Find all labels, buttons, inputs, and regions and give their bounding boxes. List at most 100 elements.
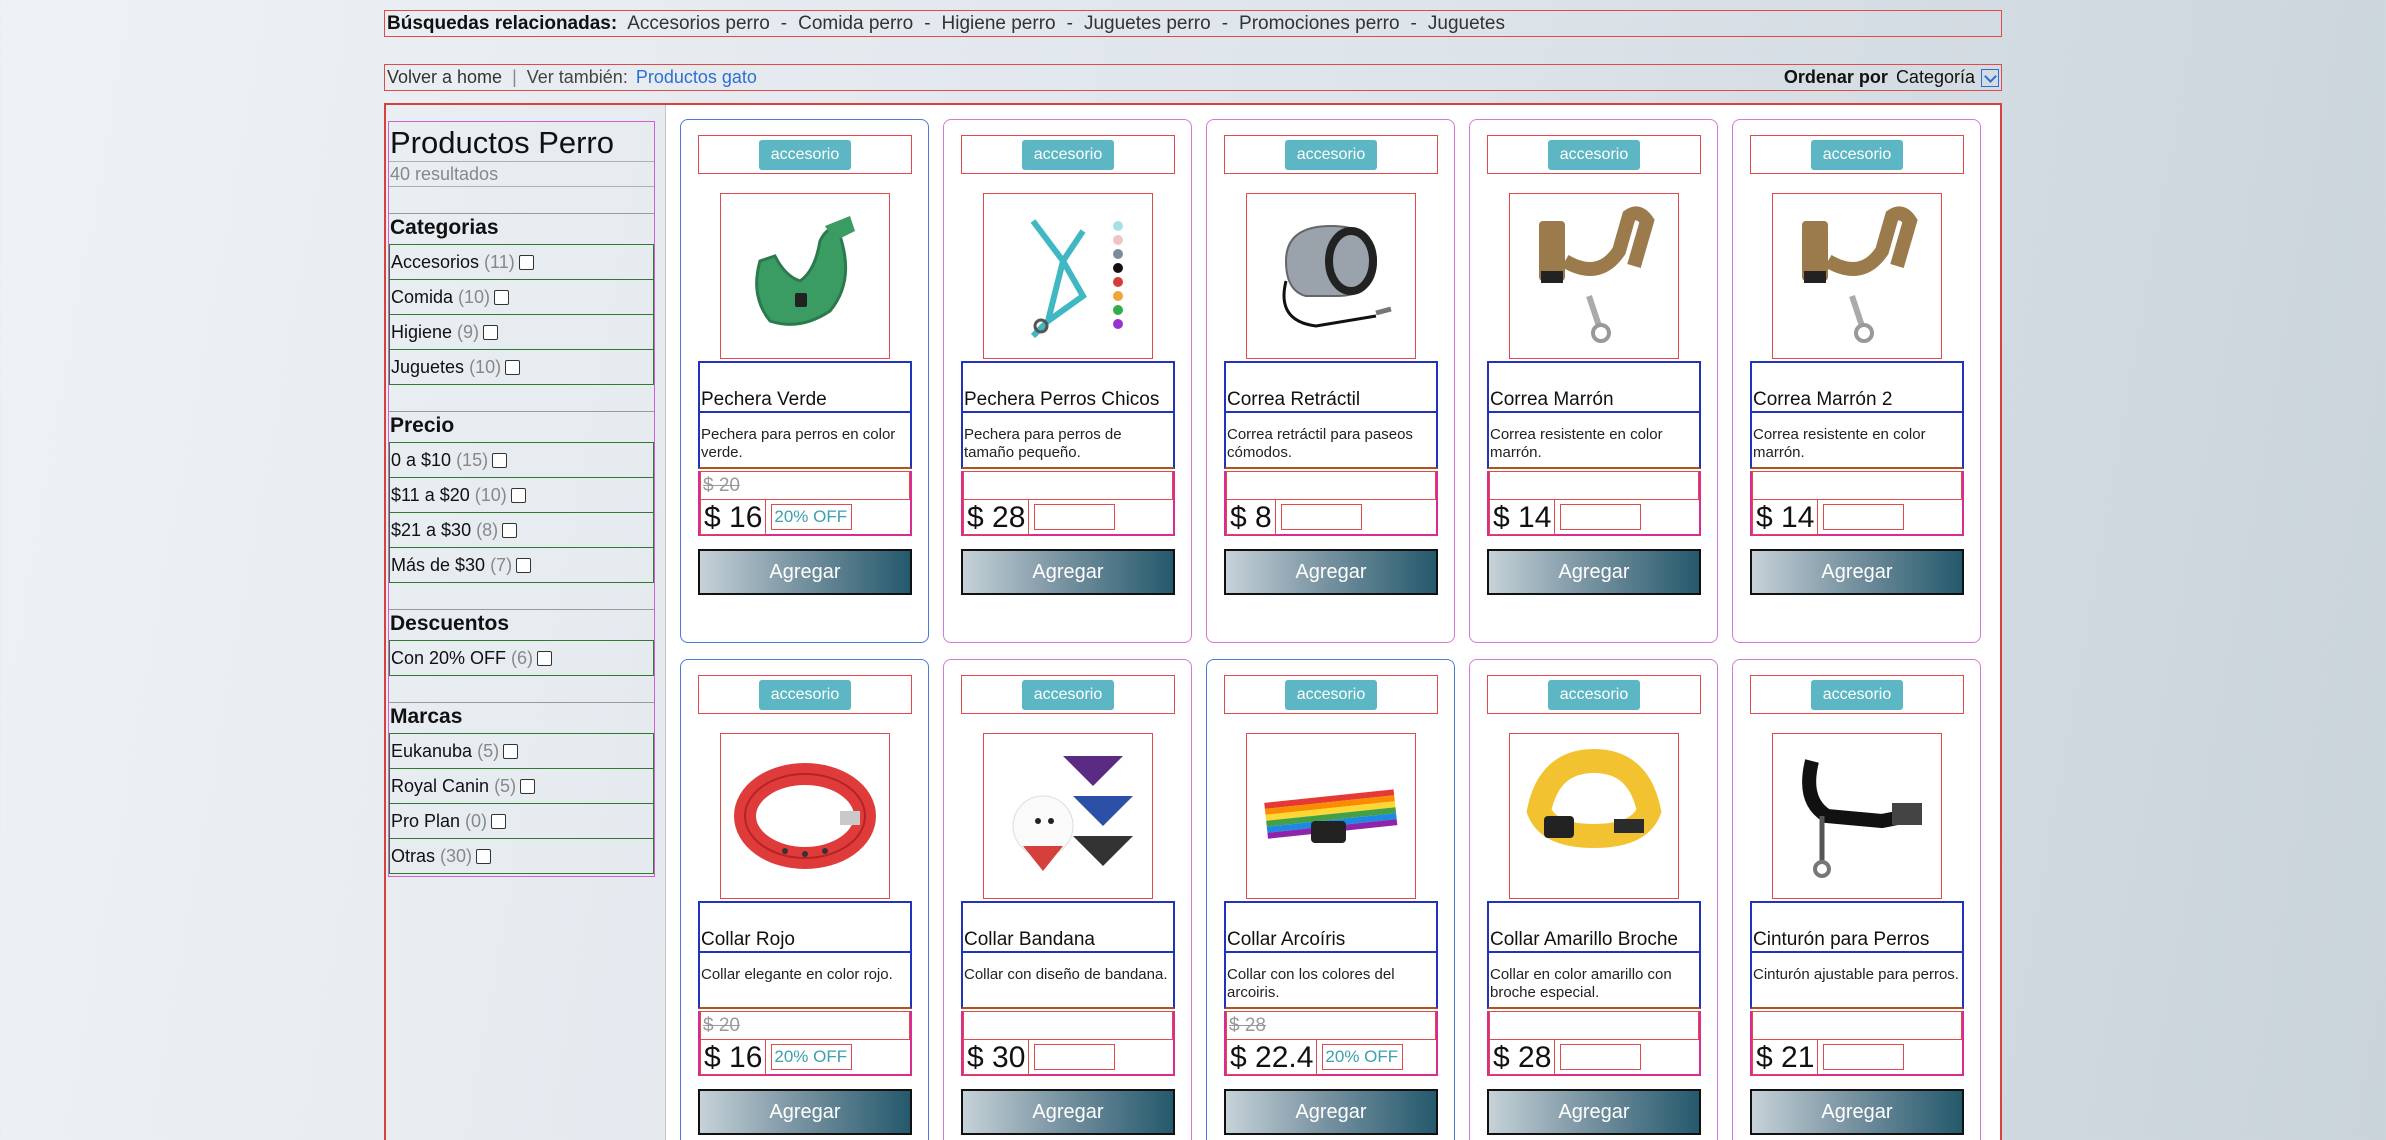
back-home-link[interactable]: Volver a home [387, 67, 502, 88]
discount-badge [1034, 1044, 1116, 1070]
product-image[interactable] [1772, 733, 1942, 899]
filter-option[interactable]: Más de $30 (7) [389, 547, 654, 583]
filter-checkbox[interactable] [537, 650, 553, 666]
add-to-cart-button[interactable]: Agregar [1750, 1089, 1964, 1135]
add-to-cart-button[interactable]: Agregar [1224, 1089, 1438, 1135]
product-name[interactable]: Collar Bandana [964, 929, 1095, 951]
filter-option[interactable]: Pro Plan (0) [389, 803, 654, 839]
tag-container: accesorio [961, 135, 1175, 174]
product-card: accesorio Correa Retráctil Correa retrácti… [1206, 119, 1455, 643]
related-searches-title: Búsquedas relacionadas: [387, 12, 618, 34]
filter-checkbox[interactable] [510, 487, 526, 503]
filter-checkbox[interactable] [483, 324, 499, 340]
filter-checkbox[interactable] [503, 743, 519, 759]
related-search-link[interactable]: Juguetes [1428, 13, 1505, 34]
harness-green-icon [755, 216, 855, 326]
discount-badge [1823, 1044, 1905, 1070]
product-image[interactable] [1509, 733, 1679, 899]
product-image[interactable] [1246, 733, 1416, 899]
related-search-link[interactable]: Accesorios perro [627, 13, 770, 34]
filter-option[interactable]: Royal Canin (5) [389, 768, 654, 804]
product-image[interactable] [983, 193, 1153, 359]
related-searches: Búsquedas relacionadas: Accesorios perro… [384, 10, 2002, 37]
product-name[interactable]: Correa Retráctil [1227, 389, 1360, 411]
filter-option[interactable]: Juguetes (10) [389, 349, 654, 385]
price-row: $ 16 20% OFF [700, 499, 910, 535]
filter-option[interactable]: $11 a $20 (10) [389, 477, 654, 513]
related-search-link[interactable]: Juguetes perro [1084, 13, 1211, 34]
category-badge: accesorio [1284, 679, 1378, 710]
filter-option-label: Royal Canin [391, 775, 490, 796]
product-image[interactable] [1772, 193, 1942, 359]
product-image[interactable] [720, 193, 890, 359]
category-badge: accesorio [1810, 139, 1904, 170]
filter-option[interactable]: Otras (30) [389, 838, 654, 874]
sort-label: Ordenar por [1783, 67, 1888, 87]
product-image[interactable] [1246, 193, 1416, 359]
separator: - [1410, 12, 1417, 34]
add-to-cart-button[interactable]: Agregar [961, 1089, 1175, 1135]
filter-checkbox[interactable] [491, 813, 507, 829]
filter-checkbox[interactable] [518, 254, 534, 270]
price-row: $ 14 [1752, 499, 1962, 535]
product-name[interactable]: Collar Amarillo Broche [1490, 929, 1678, 951]
add-to-cart-button[interactable]: Agregar [698, 1089, 912, 1135]
product-name[interactable]: Collar Arcoíris [1227, 929, 1345, 951]
filter-option[interactable]: 0 a $10 (15) [389, 442, 654, 478]
product-description: Pechera para perros en color verde. [698, 413, 912, 469]
add-to-cart-button[interactable]: Agregar [698, 549, 912, 595]
main-content: Productos Perro 40 resultados Categorias… [384, 103, 2002, 1140]
product-name[interactable]: Collar Rojo [701, 929, 795, 951]
product-name[interactable]: Correa Marrón 2 [1753, 389, 1892, 411]
sort-select[interactable]: Categoría [1896, 67, 2001, 88]
price-row: $ 21 [1752, 1039, 1962, 1075]
tag-container: accesorio [961, 675, 1175, 714]
filter-option[interactable]: Accesorios (11) [389, 244, 654, 280]
filter-checkbox[interactable] [516, 557, 532, 573]
add-to-cart-button[interactable]: Agregar [1750, 549, 1964, 595]
product-name[interactable]: Pechera Verde [701, 389, 827, 411]
product-description: Collar con diseño de bandana. [961, 953, 1175, 1009]
filter-option[interactable]: Eukanuba (5) [389, 733, 654, 769]
add-to-cart-button[interactable]: Agregar [1224, 549, 1438, 595]
filter-checkbox[interactable] [492, 452, 508, 468]
chevron-down-icon [1981, 68, 1999, 87]
product-name-box: Correa Marrón [1487, 361, 1701, 413]
add-to-cart-button[interactable]: Agregar [1487, 1089, 1701, 1135]
product-name[interactable]: Correa Marrón [1490, 389, 1614, 411]
product-grid: accesorio Pechera Verde Pechera para perro… [680, 119, 1988, 1140]
filter-option-count: (5) [494, 775, 517, 796]
product-name[interactable]: Cinturón para Perros [1753, 929, 1929, 951]
filter-option[interactable]: Con 20% OFF (6) [389, 640, 654, 676]
see-also-cats-link[interactable]: Productos gato [636, 67, 757, 88]
category-badge: accesorio [758, 679, 852, 710]
filter-checkbox[interactable] [520, 778, 536, 794]
filter-checkbox[interactable] [505, 359, 521, 375]
related-search-link[interactable]: Comida perro [798, 13, 913, 34]
filter-option[interactable]: Higiene (9) [389, 314, 654, 350]
product-image[interactable] [983, 733, 1153, 899]
filter-section-title: Marcas [389, 702, 654, 734]
add-to-cart-button[interactable]: Agregar [1487, 549, 1701, 595]
filter-option[interactable]: $21 a $30 (8) [389, 512, 654, 548]
related-search-link[interactable]: Higiene perro [942, 13, 1056, 34]
related-search-link[interactable]: Promociones perro [1239, 13, 1400, 34]
tag-container: accesorio [1224, 135, 1438, 174]
product-name[interactable]: Pechera Perros Chicos [964, 389, 1159, 411]
product-image[interactable] [1509, 193, 1679, 359]
filter-checkbox[interactable] [476, 848, 492, 864]
tag-container: accesorio [1224, 675, 1438, 714]
discount-badge [1823, 504, 1905, 530]
collar-yellow-icon [1526, 748, 1662, 849]
filter-option-label: Más de $30 [391, 554, 486, 575]
filter-checkbox[interactable] [494, 289, 510, 305]
price-box: $ 20 $ 16 20% OFF [698, 1011, 912, 1076]
product-image[interactable] [720, 733, 890, 899]
filter-checkbox[interactable] [502, 522, 518, 538]
separator: - [924, 12, 931, 34]
add-to-cart-button[interactable]: Agregar [961, 549, 1175, 595]
filter-option[interactable]: Comida (10) [389, 279, 654, 315]
filter-option-label: Otras [391, 845, 436, 866]
product-description: Correa retráctil para paseos cómodos. [1224, 413, 1438, 469]
filter-option-label: Juguetes [391, 356, 465, 377]
